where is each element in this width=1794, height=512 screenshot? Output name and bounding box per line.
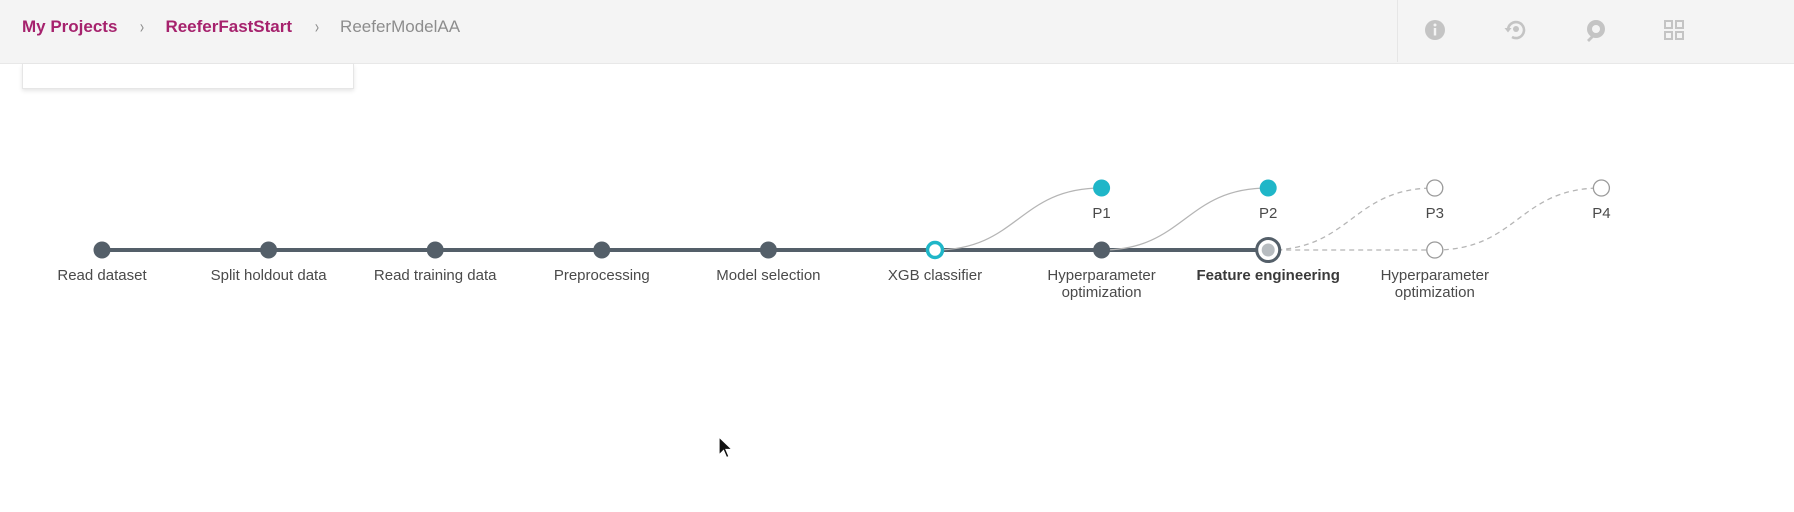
step-label: XGB classifier: [888, 267, 982, 284]
mouse-cursor-icon: [718, 436, 734, 459]
step-label: Split holdout data: [211, 267, 328, 284]
step-label: Model selection: [716, 267, 820, 284]
pipeline-node-p4[interactable]: P4: [1592, 179, 1611, 222]
pipeline-graph: Read dataset Split holdout data Read train…: [57, 179, 1611, 301]
step-label: Read dataset: [57, 267, 147, 284]
pipeline-node-p1[interactable]: P1: [1092, 179, 1111, 223]
step-label: Read training data: [374, 267, 497, 284]
step-label: Feature engineering: [1197, 267, 1340, 284]
branch-line-p2: [1101, 187, 1269, 251]
step-node: [260, 241, 278, 259]
pipeline-step-preprocessing-3[interactable]: Preprocessing: [554, 241, 650, 285]
step-node-pending: [1426, 241, 1444, 259]
step-label: Hyperparameter optimization: [1381, 267, 1489, 301]
pipeline-node-pending: [1592, 179, 1611, 197]
pipeline-step-feature-engineering-7[interactable]: Feature engineering: [1197, 237, 1340, 285]
step-node: [925, 240, 945, 260]
pipeline-label: P2: [1259, 205, 1277, 222]
pipeline-step-hyperparameter-optimization-8[interactable]: Hyperparameter optimization: [1381, 241, 1489, 301]
pipeline-step-model-selection-4[interactable]: Model selection: [716, 241, 821, 285]
pipeline-label: P3: [1426, 205, 1444, 222]
pipeline-label: P4: [1592, 205, 1610, 222]
step-label: Preprocessing: [554, 267, 650, 284]
pipeline-label: P1: [1092, 205, 1110, 222]
pipeline-node: [1259, 179, 1277, 197]
pipeline-step-split-holdout-data-1[interactable]: Split holdout data: [211, 241, 328, 285]
step-node-inner: [1261, 243, 1275, 257]
pipeline-node-p3[interactable]: P3: [1426, 179, 1444, 222]
branch-line-p3: [1268, 187, 1435, 251]
pipeline-step-read-training-data-2[interactable]: Read training data: [374, 241, 497, 285]
step-node: [426, 241, 444, 259]
pipeline-node-p2[interactable]: P2: [1259, 179, 1277, 223]
pipeline-node: [1093, 179, 1111, 197]
pipeline-step-read-dataset-0[interactable]: Read dataset: [57, 241, 147, 285]
pipeline-node-pending: [1426, 179, 1444, 197]
step-node: [593, 241, 611, 259]
branch-line-p1: [934, 187, 1102, 251]
step-node: [93, 241, 111, 259]
step-label: Hyperparameter optimization: [1047, 267, 1155, 301]
step-node: [1093, 241, 1111, 259]
branch-line-p4: [1434, 187, 1602, 251]
step-node: [759, 241, 777, 259]
